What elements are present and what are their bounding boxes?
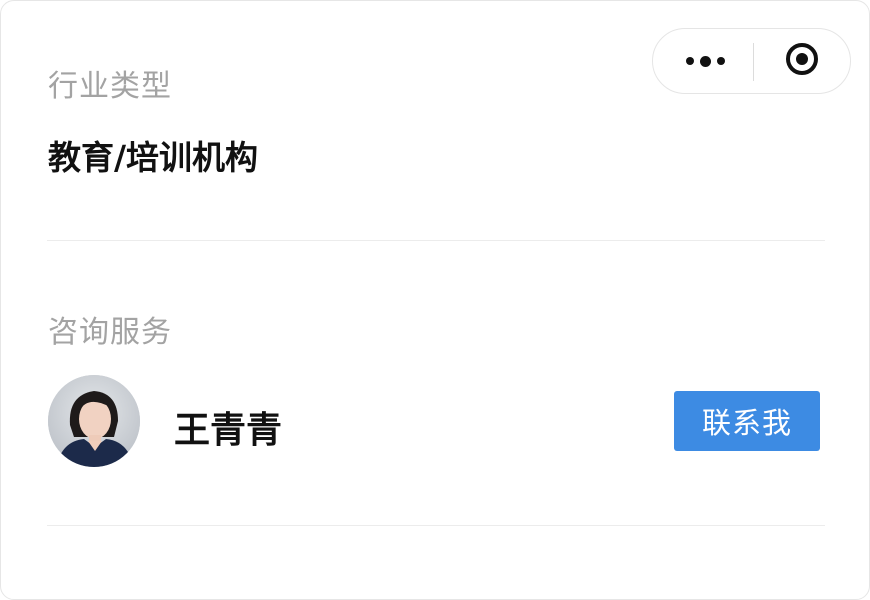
section-divider — [47, 240, 825, 241]
industry-detail-card: 行业类型 教育/培训机构 咨询服务 王青青 联系我 — [0, 0, 870, 600]
avatar-photo — [48, 375, 140, 467]
industry-value: 教育/培训机构 — [48, 138, 259, 177]
menu-capsule — [652, 28, 851, 94]
industry-label: 行业类型 — [48, 69, 172, 104]
more-dots-icon-right — [717, 57, 725, 65]
consultant-avatar[interactable] — [48, 375, 140, 467]
contact-me-button[interactable]: 联系我 — [674, 391, 820, 451]
target-circle-icon-dot — [796, 53, 808, 65]
more-dots-icon-center — [700, 56, 711, 67]
close-button[interactable] — [754, 29, 850, 93]
more-button[interactable] — [653, 29, 753, 93]
consult-label: 咨询服务 — [48, 315, 172, 350]
consultant-name: 王青青 — [174, 410, 283, 451]
bottom-divider — [47, 525, 825, 526]
more-dots-icon — [686, 57, 694, 65]
